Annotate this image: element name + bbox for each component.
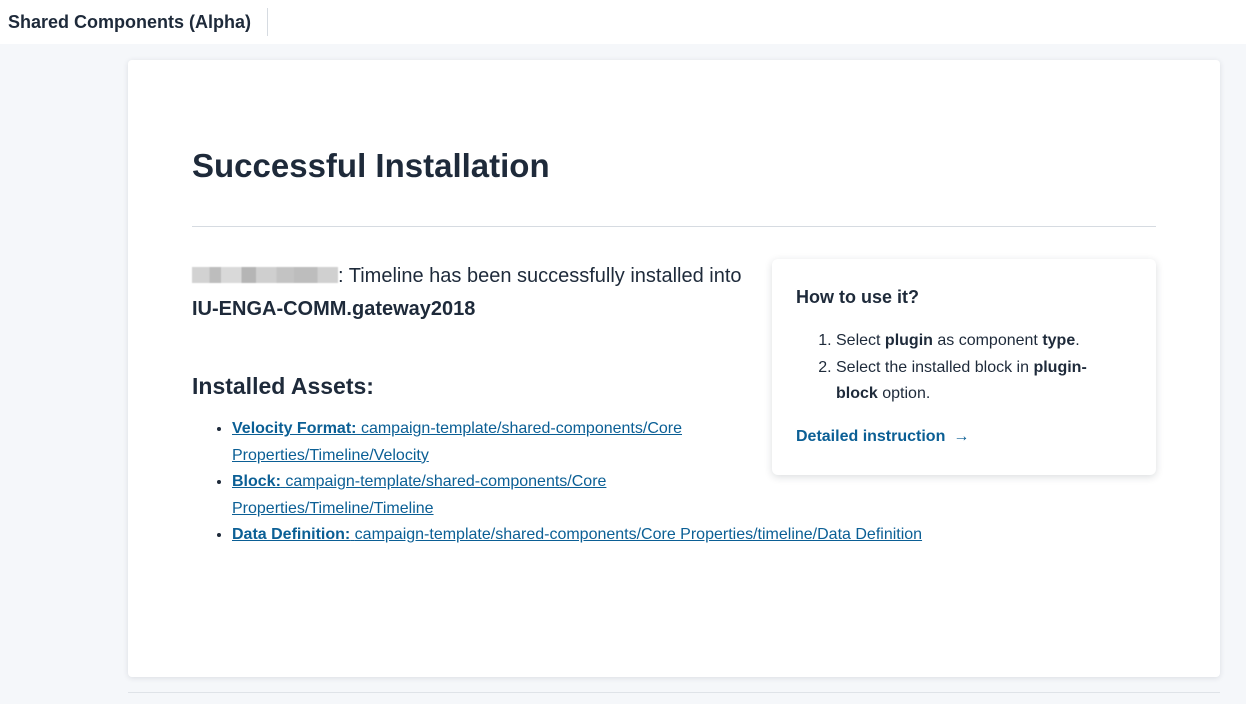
asset-item-velocity: Velocity Format: campaign-template/share…	[232, 416, 772, 469]
asset-item-data-definition: Data Definition: campaign-template/share…	[232, 522, 1132, 549]
app-title: Shared Components (Alpha)	[0, 8, 269, 36]
help-steps: Select plugin as component type. Select …	[796, 328, 1126, 408]
installation-card: Successful Installation : Timeline has b…	[128, 60, 1220, 677]
page-title: Successful Installation	[192, 147, 550, 184]
asset-link-block[interactable]: Block: campaign-template/shared-componen…	[232, 473, 606, 517]
help-step-1: Select plugin as component type.	[836, 328, 1126, 355]
asset-link-data-definition[interactable]: Data Definition: campaign-template/share…	[232, 526, 922, 543]
link-label: Detailed instruction	[796, 428, 946, 445]
step-keyword: type	[1042, 332, 1076, 349]
install-message-text: : Timeline has been successfully install…	[338, 265, 742, 287]
asset-path: campaign-template/shared-components/Core…	[354, 526, 923, 543]
step-keyword: plugin	[884, 332, 933, 349]
step-text: option.	[877, 385, 931, 402]
redacted-user-name	[192, 267, 338, 283]
bottom-divider	[128, 692, 1220, 693]
arrow-right-icon: →	[953, 428, 970, 445]
title-divider	[192, 226, 1156, 227]
installed-assets-title: Installed Assets:	[192, 373, 374, 399]
step-text: Select the installed block in	[836, 358, 1034, 376]
asset-label: Velocity Format:	[232, 420, 357, 437]
install-target: IU-ENGA-COMM.gateway2018	[192, 298, 476, 320]
asset-item-block: Block: campaign-template/shared-componen…	[232, 469, 772, 522]
step-text: Select	[836, 332, 885, 349]
asset-label: Block:	[232, 473, 281, 490]
asset-label: Data Definition:	[232, 526, 351, 543]
detailed-instruction-link[interactable]: Detailed instruction →	[796, 425, 969, 449]
asset-path: campaign-template/shared-components/Core…	[232, 473, 607, 517]
step-text: .	[1075, 332, 1080, 349]
step-text: as component	[932, 332, 1043, 349]
install-message: : Timeline has been successfully install…	[192, 260, 752, 326]
help-step-2: Select the installed block in plugin-blo…	[836, 355, 1126, 408]
top-bar: Shared Components (Alpha)	[0, 0, 1246, 44]
asset-link-velocity[interactable]: Velocity Format: campaign-template/share…	[232, 420, 682, 464]
how-to-use-panel: How to use it? Select plugin as componen…	[772, 259, 1156, 475]
help-title: How to use it?	[796, 287, 919, 307]
